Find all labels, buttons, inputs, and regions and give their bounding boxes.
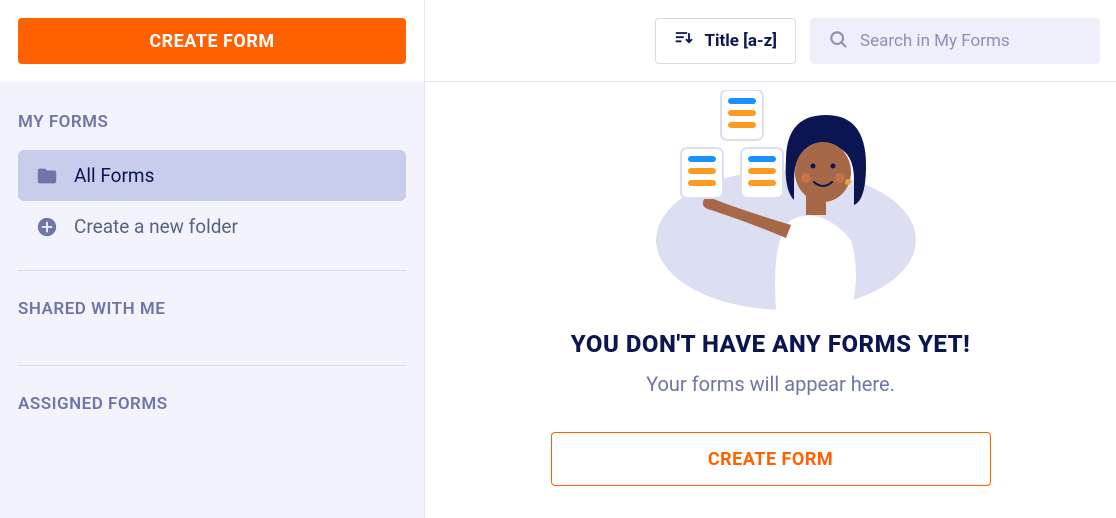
sort-label: Title [a-z] [704,31,777,51]
create-form-button[interactable]: CREATE FORM [18,18,406,64]
sidebar-scroll[interactable]: MY FORMS All Forms Create a new folder S… [0,82,424,518]
empty-state: YOU DON'T HAVE ANY FORMS YET! Your forms… [425,82,1116,518]
sidebar: CREATE FORM MY FORMS All Forms Create a … [0,0,425,518]
search-wrapper[interactable] [810,18,1100,64]
sort-button[interactable]: Title [a-z] [655,18,796,64]
search-icon [828,29,848,53]
sort-icon [674,28,694,53]
sidebar-section-shared[interactable]: SHARED WITH ME [18,271,406,347]
sidebar-item-label: All Forms [74,164,154,187]
empty-subtitle: Your forms will appear here. [646,372,895,396]
main-content: Title [a-z] [425,0,1116,518]
sidebar-item-create-folder[interactable]: Create a new folder [18,201,406,252]
section-header-my-forms: MY FORMS [18,82,406,150]
sidebar-item-label: Create a new folder [74,215,238,238]
topbar: Title [a-z] [425,0,1116,82]
empty-create-form-button[interactable]: CREATE FORM [551,432,991,486]
sidebar-item-all-forms[interactable]: All Forms [18,150,406,201]
empty-title: YOU DON'T HAVE ANY FORMS YET! [571,330,970,358]
empty-illustration [626,90,916,310]
folder-icon [36,165,58,187]
plus-circle-icon [36,216,58,238]
create-button-wrapper: CREATE FORM [0,0,424,82]
search-input[interactable] [860,31,1082,51]
sidebar-section-assigned[interactable]: ASSIGNED FORMS [18,366,406,442]
